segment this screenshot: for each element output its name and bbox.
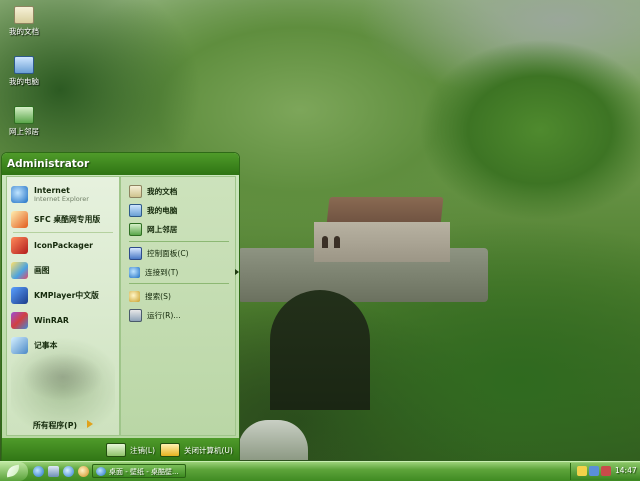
quicklaunch-browser-icon[interactable] [63, 466, 74, 477]
menu-separator [129, 241, 229, 242]
shutdown-button[interactable]: 关闭计算机(U) [160, 443, 233, 457]
wallpaper-house-roof [326, 197, 444, 225]
winrar-icon [11, 311, 28, 329]
menu-separator [129, 283, 229, 284]
network-places-icon [14, 106, 34, 124]
program-label: 画图 [34, 265, 50, 275]
start-menu-programs-pane: Internet Internet Explorer SFC 桌酷网专用版 Ic… [6, 176, 120, 436]
start-menu-body: Internet Internet Explorer SFC 桌酷网专用版 Ic… [6, 176, 239, 436]
menu-separator [13, 232, 113, 233]
program-internet[interactable]: Internet Internet Explorer [11, 183, 117, 205]
program-notepad[interactable]: 记事本 [11, 334, 117, 356]
program-kmplayer[interactable]: KMPlayer中文版 [11, 284, 117, 306]
program-label: SFC 桌酷网专用版 [34, 214, 101, 224]
shutdown-label: 关闭计算机(U) [184, 445, 233, 455]
menu-item-label: 我的电脑 [147, 205, 178, 215]
quicklaunch-show-desktop-icon[interactable] [48, 466, 59, 477]
logoff-button[interactable]: 注销(L) [106, 443, 155, 457]
quicklaunch-ie-icon[interactable] [33, 466, 44, 477]
network-places-icon [129, 222, 142, 236]
start-menu-footer: 注销(L) 关闭计算机(U) [2, 438, 239, 462]
search-icon [129, 290, 140, 302]
program-iconpackager[interactable]: IconPackager [11, 234, 117, 256]
tray-user-icon[interactable] [577, 466, 587, 476]
menu-run[interactable]: 运行(R)... [129, 307, 233, 323]
program-sfc[interactable]: SFC 桌酷网专用版 [11, 208, 117, 230]
program-label: KMPlayer中文版 [34, 290, 99, 300]
logoff-icon [106, 443, 126, 457]
tray-network-icon[interactable] [589, 466, 599, 476]
wallpaper-house-wall [314, 222, 450, 262]
wallpaper-house-window [322, 236, 328, 248]
quicklaunch-media-icon[interactable] [78, 466, 89, 477]
menu-item-label: 连接到(T) [145, 267, 179, 277]
taskbar: 桌面 - 壁纸 - 桌酷壁... 14:47 [0, 461, 640, 481]
my-computer-icon [14, 56, 34, 74]
start-menu-user: Administrator [2, 153, 239, 175]
program-label: IconPackager [34, 240, 93, 250]
program-winrar[interactable]: WinRAR [11, 309, 117, 331]
my-documents-icon [14, 6, 34, 24]
desktop-icon-network-places[interactable]: 网上邻居 [4, 106, 44, 137]
start-button[interactable] [0, 462, 28, 481]
menu-search[interactable]: 搜索(S) [129, 288, 233, 304]
wallpaper-water [238, 420, 308, 460]
connect-to-icon [129, 266, 140, 278]
system-tray: 14:47 [570, 463, 640, 480]
menu-network-places[interactable]: 网上邻居 [129, 221, 233, 237]
menu-item-label: 运行(R)... [147, 310, 181, 320]
taskbar-window-button[interactable]: 桌面 - 壁纸 - 桌酷壁... [92, 464, 186, 478]
desktop-icon-label: 我的电脑 [9, 77, 39, 86]
menu-connect-to[interactable]: 连接到(T) [129, 264, 239, 280]
desktop-icon-label: 我的文档 [9, 27, 39, 36]
start-menu-places-pane: 我的文档 我的电脑 网上邻居 控制面板(C) 连接到(T) 搜索(S) 运行(R… [120, 176, 239, 436]
program-label: 记事本 [34, 340, 58, 350]
internet-explorer-icon [11, 185, 28, 203]
sfc-icon [11, 210, 28, 228]
program-label: WinRAR [34, 315, 69, 325]
taskbar-window-title: 桌面 - 壁纸 - 桌酷壁... [109, 468, 179, 476]
control-panel-icon [129, 246, 142, 260]
menu-item-label: 网上邻居 [147, 224, 178, 234]
start-menu: Administrator Internet Internet Explorer… [1, 152, 240, 463]
menu-my-computer[interactable]: 我的电脑 [129, 202, 233, 218]
logoff-label: 注销(L) [130, 445, 156, 455]
power-icon [160, 443, 180, 457]
all-programs-button[interactable]: 所有程序(P) [33, 420, 77, 431]
all-programs-arrow-icon [87, 420, 93, 428]
program-sublabel: Internet Explorer [34, 194, 89, 203]
kmplayer-icon [11, 286, 28, 304]
start-leaf-icon [5, 464, 21, 478]
program-paint[interactable]: 画图 [11, 259, 117, 281]
desktop-icon-my-documents[interactable]: 我的文档 [4, 6, 44, 37]
desktop-icon-my-computer[interactable]: 我的电脑 [4, 56, 44, 87]
wallpaper-bridge-arch [270, 290, 370, 410]
my-computer-icon [129, 203, 142, 217]
paint-icon [11, 261, 28, 279]
menu-item-label: 我的文档 [147, 186, 178, 196]
notepad-icon [11, 336, 28, 354]
browser-window-icon [96, 467, 106, 476]
iconpackager-icon [11, 236, 28, 254]
run-icon [129, 308, 142, 322]
my-documents-icon [129, 184, 142, 198]
menu-item-label: 控制面板(C) [147, 248, 189, 258]
wallpaper-house-window [334, 236, 340, 248]
menu-my-documents[interactable]: 我的文档 [129, 183, 233, 199]
tray-volume-icon[interactable] [601, 466, 611, 476]
menu-control-panel[interactable]: 控制面板(C) [129, 245, 233, 261]
program-label: Internet [34, 185, 70, 195]
submenu-arrow-icon [235, 269, 239, 275]
desktop-icon-label: 网上邻居 [9, 127, 39, 136]
clock[interactable]: 14:47 [615, 466, 637, 475]
menu-item-label: 搜索(S) [145, 291, 171, 301]
